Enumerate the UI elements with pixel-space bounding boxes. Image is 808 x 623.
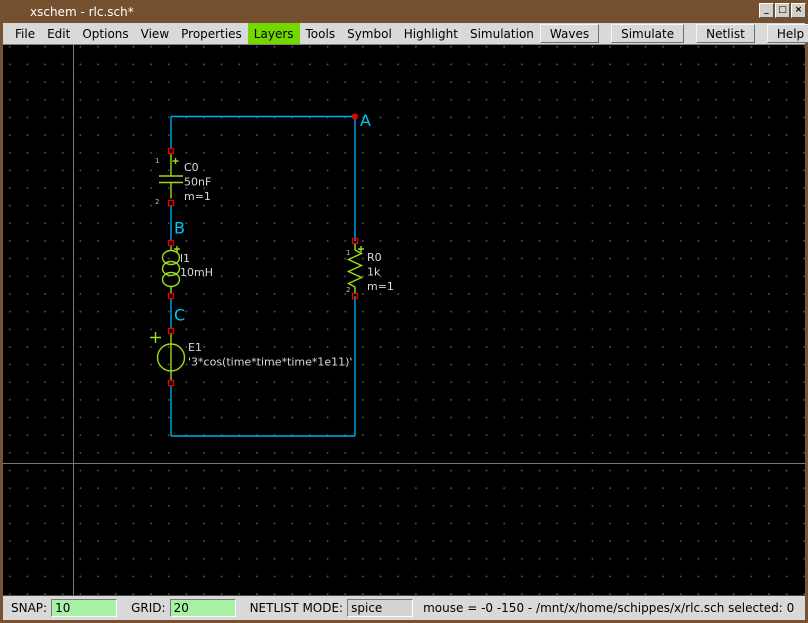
resistor-pin2-number: 2 (346, 286, 350, 294)
capacitor-symbol[interactable]: 1 2 C0 50nF m=1 (155, 153, 211, 207)
node-label-a[interactable]: A (360, 111, 371, 130)
node-label-b[interactable]: B (174, 219, 185, 238)
waves-button[interactable]: Waves (539, 24, 600, 43)
netlist-mode-label: NETLIST MODE: (249, 601, 344, 615)
menu-item-highlight[interactable]: Highlight (398, 23, 464, 44)
menubar: File Edit Options View Properties Layers Tools… (3, 23, 808, 45)
schematic-drawing: 1 2 C0 50nF m=1 l1 10mH E1 '3*cos(time*t… (150, 111, 394, 437)
window-controls: _ □ × (759, 3, 806, 18)
menu-item-tools[interactable]: Tools (300, 23, 342, 44)
snap-input[interactable]: 10 (51, 599, 118, 617)
menu-item-symbol[interactable]: Symbol (341, 23, 398, 44)
capacitor-pin1-number: 1 (155, 157, 159, 165)
menu-item-edit[interactable]: Edit (41, 23, 76, 44)
capacitor-value: 50nF (184, 176, 211, 189)
source-ref: E1 (188, 341, 202, 354)
resistor-pin1-number: 1 (346, 249, 350, 257)
capacitor-mult: m=1 (184, 190, 211, 203)
capacitor-pin2-number: 2 (155, 198, 159, 206)
minimize-icon[interactable]: _ (759, 3, 774, 18)
grid-input[interactable]: 20 (169, 599, 236, 617)
resistor-ref: R0 (367, 251, 382, 264)
snap-label: SNAP: (11, 601, 48, 615)
window-title: xschem - rlc.sch* (30, 4, 134, 19)
wire-end-marker (352, 113, 358, 120)
resistor-value: 1k (367, 266, 381, 279)
netlist-button[interactable]: Netlist (696, 24, 755, 43)
resistor-symbol[interactable]: 1 2 R0 1k m=1 (346, 243, 394, 295)
inductor-value: 10mH (180, 266, 213, 279)
capacitor-graphic (159, 153, 183, 199)
help-button[interactable]: Help (766, 24, 808, 43)
capacitor-ref: C0 (184, 161, 199, 174)
titlebar[interactable]: xschem - rlc.sch* _ □ × (0, 0, 808, 23)
node-label-c[interactable]: C (174, 306, 185, 325)
resistor-graphic (346, 243, 364, 294)
menu-item-options[interactable]: Options (76, 23, 134, 44)
statusbar: SNAP: 10 GRID: 20 NETLIST MODE: spice mo… (3, 595, 805, 620)
voltage-source-graphic (150, 332, 186, 381)
inductor-ref: l1 (180, 252, 190, 265)
menu-item-properties[interactable]: Properties (175, 23, 248, 44)
netlist-mode-input[interactable]: spice (347, 599, 414, 617)
inductor-symbol[interactable]: l1 10mH (161, 245, 213, 294)
source-value: '3*cos(time*time*time*1e11)' (188, 356, 352, 369)
simulate-button[interactable]: Simulate (611, 24, 685, 43)
schematic-canvas[interactable]: 1 2 C0 50nF m=1 l1 10mH E1 '3*cos(time*t… (3, 45, 805, 595)
inductor-graphic (161, 245, 181, 294)
mouse-status-text: mouse = -0 -150 - /mnt/x/home/schippes/x… (423, 601, 795, 615)
close-icon[interactable]: × (791, 3, 806, 18)
maximize-icon[interactable]: □ (775, 3, 790, 18)
grid-label: GRID: (131, 601, 166, 615)
menu-item-file[interactable]: File (9, 23, 41, 44)
menu-item-view[interactable]: View (135, 23, 175, 44)
resistor-mult: m=1 (367, 280, 394, 293)
voltage-source-symbol[interactable]: E1 '3*cos(time*time*time*1e11)' (150, 332, 352, 381)
menu-item-simulation[interactable]: Simulation (464, 23, 540, 44)
menu-item-layers[interactable]: Layers (247, 23, 300, 44)
